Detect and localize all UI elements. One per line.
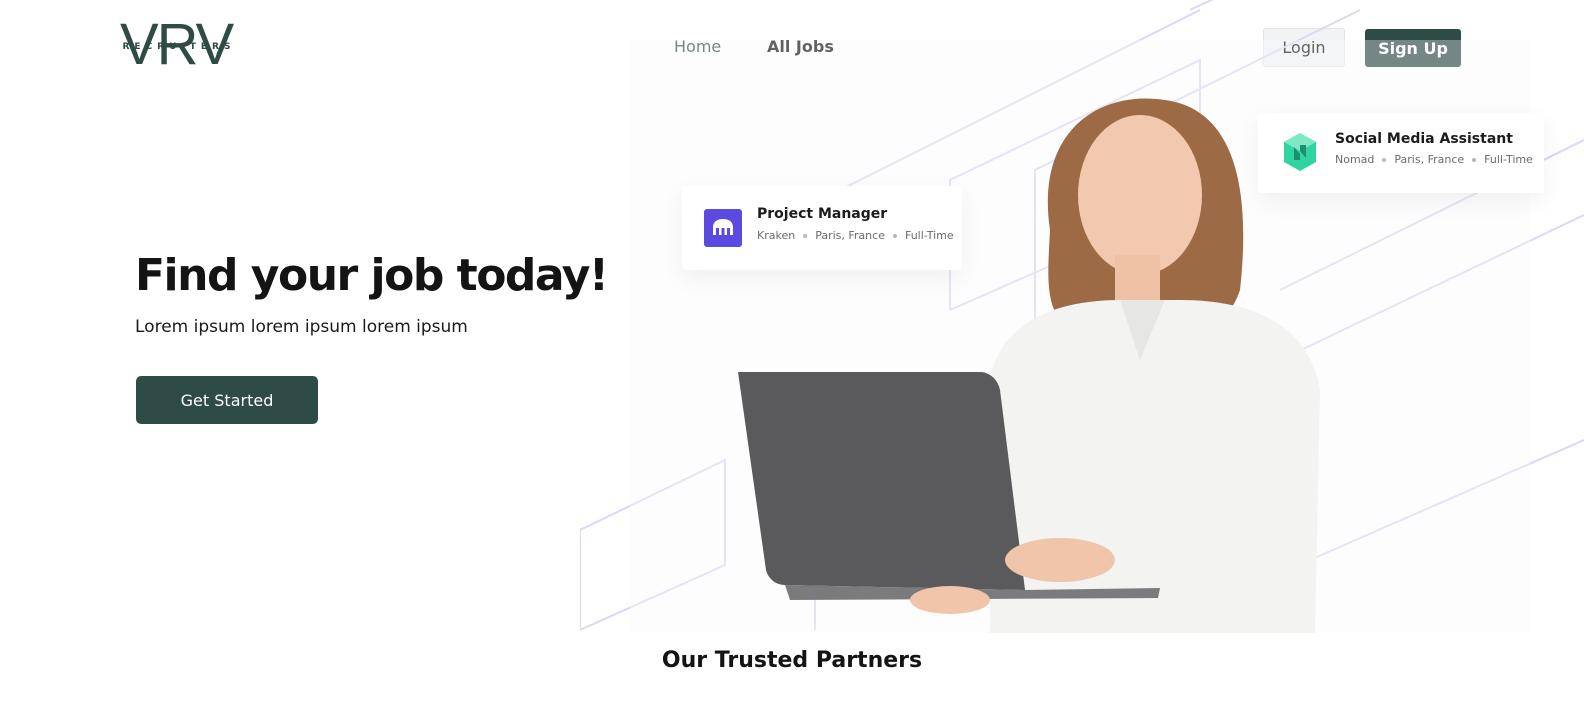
- hero-background-lines: [580, 0, 1584, 633]
- hero-title: Find your job today!: [135, 250, 609, 301]
- nomad-logo-icon: [1282, 132, 1318, 172]
- logo-subtitle: RECRUITERS: [122, 42, 236, 52]
- job-card-social-media-assistant[interactable]: Social Media Assistant Nomad Paris, Fran…: [1258, 113, 1544, 193]
- job-title: Project Manager: [757, 206, 888, 222]
- hero-subtitle: Lorem ipsum lorem ipsum lorem ipsum: [135, 317, 468, 337]
- trusted-partners-heading: Our Trusted Partners: [661, 648, 923, 673]
- separator-dot: [1472, 157, 1477, 162]
- job-location: Paris, France: [815, 229, 885, 242]
- separator-dot: [892, 233, 897, 238]
- job-type: Full-Time: [1484, 153, 1533, 166]
- hero-illustration: [580, 0, 1584, 633]
- kraken-logo-icon: [704, 209, 742, 247]
- job-company: Nomad: [1335, 153, 1375, 166]
- get-started-button[interactable]: Get Started: [136, 376, 318, 424]
- separator-dot: [803, 233, 808, 238]
- separator-dot: [1382, 157, 1387, 162]
- job-meta: Kraken Paris, France Full-Time: [757, 229, 954, 242]
- job-meta: Nomad Paris, France Full-Time: [1335, 153, 1533, 166]
- job-location: Paris, France: [1394, 153, 1465, 166]
- brand-logo[interactable]: VRV RECRUITERS: [120, 16, 238, 74]
- job-title: Social Media Assistant: [1335, 131, 1513, 147]
- job-type: Full-Time: [904, 229, 954, 242]
- job-company: Kraken: [757, 229, 796, 242]
- job-card-project-manager[interactable]: Project Manager Kraken Paris, France Ful…: [682, 186, 962, 270]
